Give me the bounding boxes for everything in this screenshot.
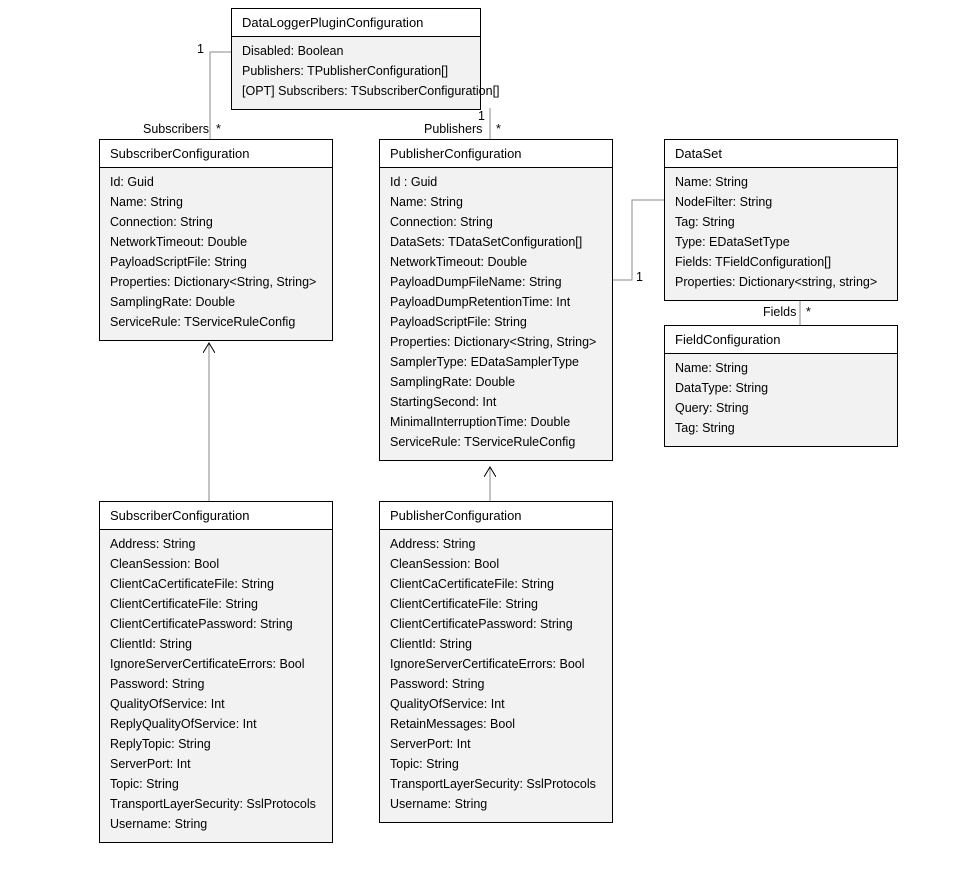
class-title: FieldConfiguration: [665, 326, 897, 354]
class-attr: Password: String: [110, 674, 322, 694]
class-attr: QualityOfService: Int: [390, 694, 602, 714]
class-attr: ReplyQualityOfService: Int: [110, 714, 322, 734]
class-attr: ClientCertificateFile: String: [390, 594, 602, 614]
class-body: Name: String NodeFilter: String Tag: Str…: [665, 168, 897, 300]
multiplicity-one: 1: [636, 270, 643, 284]
class-attr: Name: String: [675, 358, 887, 378]
class-body: Id: Guid Name: String Connection: String…: [100, 168, 332, 340]
class-attr: QualityOfService: Int: [110, 694, 322, 714]
multiplicity-many: *: [216, 122, 221, 136]
class-body: Name: String DataType: String Query: Str…: [665, 354, 897, 446]
class-attr: [OPT] Subscribers: TSubscriberConfigurat…: [242, 81, 470, 101]
class-attr: ReplyTopic: String: [110, 734, 322, 754]
class-attr: ClientCertificatePassword: String: [110, 614, 322, 634]
class-attr: Address: String: [110, 534, 322, 554]
class-subscriberconfiguration-mqtt: SubscriberConfiguration Address: String …: [99, 501, 333, 843]
uml-canvas: { "labels": { "subscribers": "Subscriber…: [0, 0, 960, 876]
class-fieldconfiguration: FieldConfiguration Name: String DataType…: [664, 325, 898, 447]
class-attr: PayloadScriptFile: String: [110, 252, 322, 272]
class-title: DataSet: [665, 140, 897, 168]
class-attr: ServerPort: Int: [110, 754, 322, 774]
class-title: DataLoggerPluginConfiguration: [232, 9, 480, 37]
class-attr: PayloadDumpFileName: String: [390, 272, 602, 292]
class-attr: Connection: String: [390, 212, 602, 232]
class-attr: Properties: Dictionary<string, string>: [675, 272, 887, 292]
class-attr: ServiceRule: TServiceRuleConfig: [110, 312, 322, 332]
class-subscriberconfiguration-base: SubscriberConfiguration Id: Guid Name: S…: [99, 139, 333, 341]
class-dataloggerpluginconfiguration: DataLoggerPluginConfiguration Disabled: …: [231, 8, 481, 110]
class-attr: Publishers: TPublisherConfiguration[]: [242, 61, 470, 81]
class-attr: ServerPort: Int: [390, 734, 602, 754]
class-attr: Topic: String: [390, 754, 602, 774]
class-publisherconfiguration-mqtt: PublisherConfiguration Address: String C…: [379, 501, 613, 823]
class-attr: Properties: Dictionary<String, String>: [110, 272, 322, 292]
class-attr: IgnoreServerCertificateErrors: Bool: [390, 654, 602, 674]
class-body: Id : Guid Name: String Connection: Strin…: [380, 168, 612, 460]
class-attr: RetainMessages: Bool: [390, 714, 602, 734]
multiplicity-many: *: [806, 305, 811, 319]
class-attr: ClientCertificateFile: String: [110, 594, 322, 614]
class-dataset: DataSet Name: String NodeFilter: String …: [664, 139, 898, 301]
class-attr: Name: String: [675, 172, 887, 192]
class-attr: Type: EDataSetType: [675, 232, 887, 252]
class-attr: Id : Guid: [390, 172, 602, 192]
class-publisherconfiguration-base: PublisherConfiguration Id : Guid Name: S…: [379, 139, 613, 461]
class-attr: Disabled: Boolean: [242, 41, 470, 61]
class-attr: IgnoreServerCertificateErrors: Bool: [110, 654, 322, 674]
class-body: Disabled: Boolean Publishers: TPublisher…: [232, 37, 480, 109]
class-attr: Fields: TFieldConfiguration[]: [675, 252, 887, 272]
class-attr: ServiceRule: TServiceRuleConfig: [390, 432, 602, 452]
role-subscribers: Subscribers: [143, 122, 209, 136]
class-attr: Password: String: [390, 674, 602, 694]
class-attr: ClientCertificatePassword: String: [390, 614, 602, 634]
class-attr: Id: Guid: [110, 172, 322, 192]
role-publishers: Publishers: [424, 122, 482, 136]
multiplicity-one: 1: [478, 109, 485, 123]
class-attr: SamplingRate: Double: [110, 292, 322, 312]
class-attr: Query: String: [675, 398, 887, 418]
class-attr: Username: String: [390, 794, 602, 814]
class-body: Address: String CleanSession: Bool Clien…: [380, 530, 612, 822]
class-attr: StartingSecond: Int: [390, 392, 602, 412]
class-attr: DataType: String: [675, 378, 887, 398]
class-attr: SamplingRate: Double: [390, 372, 602, 392]
class-title: PublisherConfiguration: [380, 140, 612, 168]
class-attr: Name: String: [390, 192, 602, 212]
class-attr: Topic: String: [110, 774, 322, 794]
class-attr: ClientCaCertificateFile: String: [110, 574, 322, 594]
class-attr: TransportLayerSecurity: SslProtocols: [390, 774, 602, 794]
class-attr: ClientId: String: [390, 634, 602, 654]
class-attr: ClientId: String: [110, 634, 322, 654]
class-attr: Name: String: [110, 192, 322, 212]
class-title: PublisherConfiguration: [380, 502, 612, 530]
class-attr: MinimalInterruptionTime: Double: [390, 412, 602, 432]
class-attr: NodeFilter: String: [675, 192, 887, 212]
class-title: SubscriberConfiguration: [100, 140, 332, 168]
class-attr: CleanSession: Bool: [110, 554, 322, 574]
class-attr: Tag: String: [675, 212, 887, 232]
class-attr: NetworkTimeout: Double: [390, 252, 602, 272]
class-attr: ClientCaCertificateFile: String: [390, 574, 602, 594]
class-attr: Tag: String: [675, 418, 887, 438]
class-attr: NetworkTimeout: Double: [110, 232, 322, 252]
class-body: Address: String CleanSession: Bool Clien…: [100, 530, 332, 842]
class-attr: PayloadScriptFile: String: [390, 312, 602, 332]
class-attr: TransportLayerSecurity: SslProtocols: [110, 794, 322, 814]
class-title: SubscriberConfiguration: [100, 502, 332, 530]
class-attr: SamplerType: EDataSamplerType: [390, 352, 602, 372]
class-attr: Connection: String: [110, 212, 322, 232]
class-attr: CleanSession: Bool: [390, 554, 602, 574]
class-attr: Username: String: [110, 814, 322, 834]
multiplicity-many: *: [496, 122, 501, 136]
multiplicity-one: 1: [197, 42, 204, 56]
class-attr: PayloadDumpRetentionTime: Int: [390, 292, 602, 312]
class-attr: DataSets: TDataSetConfiguration[]: [390, 232, 602, 252]
class-attr: Properties: Dictionary<String, String>: [390, 332, 602, 352]
role-fields: Fields: [763, 305, 796, 319]
class-attr: Address: String: [390, 534, 602, 554]
